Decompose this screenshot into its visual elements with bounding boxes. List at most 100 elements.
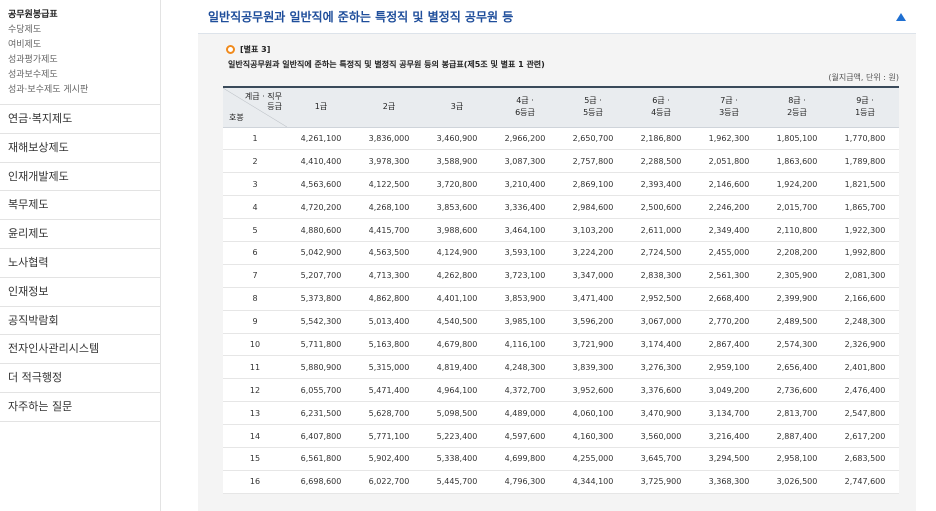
pay-cell: 3,853,900 — [491, 287, 559, 311]
pay-cell: 4,122,500 — [355, 172, 423, 197]
sidebar-item-ethics[interactable]: 윤리제도 — [0, 220, 160, 249]
grade-header-line: 2급 — [382, 102, 396, 112]
pay-cell: 5,373,800 — [287, 287, 355, 311]
pay-cell: 3,134,700 — [695, 401, 763, 426]
corner-top-line1: 계급 · 직무 — [244, 92, 282, 101]
grade-header-cell: 5급 · 5등급 — [559, 86, 627, 128]
pay-cell: 4,713,300 — [355, 264, 423, 288]
sidebar-subitem-performance-pay[interactable]: 성과보수제도 — [8, 68, 160, 83]
pay-cell: 2,611,000 — [627, 218, 695, 242]
table-row: 1 4,261,100 3,836,000 3,460,900 2,966,200 2,6… — [223, 127, 899, 151]
pay-cell: 4,116,100 — [491, 333, 559, 357]
sidebar-item-talent-info[interactable]: 인재정보 — [0, 278, 160, 307]
pay-cell: 1,805,100 — [763, 127, 831, 151]
table-row: 15 6,561,800 5,902,400 5,338,400 4,699,800 4,… — [223, 447, 899, 471]
pay-cell: 2,724,500 — [627, 241, 695, 265]
grade-header-line: 1급 — [314, 102, 328, 112]
corner-top-line2: 등급 — [267, 102, 282, 111]
grade-header-line: 4등급 — [651, 108, 671, 118]
grade-header-line: 7급 · — [720, 96, 738, 106]
step-cell: 14 — [223, 424, 287, 448]
sidebar-subitem-performance-eval[interactable]: 성과평가제도 — [8, 53, 160, 68]
sidebar-subitem-travel[interactable]: 여비제도 — [8, 38, 160, 53]
sidebar-item-disaster-comp[interactable]: 재해보상제도 — [0, 134, 160, 163]
step-cell: 10 — [223, 333, 287, 357]
table-label: [별표 3] — [240, 45, 271, 54]
sidebar-item-faq[interactable]: 자주하는 질문 — [0, 393, 160, 422]
table-row: 16 6,698,600 6,022,700 5,445,700 4,796,300 4,… — [223, 470, 899, 494]
table-row: 6 5,042,900 4,563,500 4,124,900 3,593,100 3,2… — [223, 241, 899, 265]
step-cell: 6 — [223, 241, 287, 265]
pay-cell: 3,978,300 — [355, 149, 423, 174]
pay-cell: 2,288,500 — [627, 149, 695, 174]
pay-cell: 2,326,900 — [831, 333, 899, 357]
pay-cell: 3,723,100 — [491, 264, 559, 288]
step-cell: 2 — [223, 149, 287, 174]
step-cell: 3 — [223, 172, 287, 197]
step-cell: 9 — [223, 310, 287, 334]
sidebar-subitem-pay-table[interactable]: 공무원봉급표 — [8, 8, 160, 23]
pay-cell: 3,294,500 — [695, 447, 763, 471]
pay-cell: 2,208,200 — [763, 241, 831, 265]
pay-cell: 3,216,400 — [695, 424, 763, 448]
pay-cell: 3,368,300 — [695, 470, 763, 494]
pay-cell: 6,055,700 — [287, 378, 355, 403]
step-cell: 12 — [223, 378, 287, 403]
pay-cell: 1,962,300 — [695, 127, 763, 151]
pay-cell: 1,863,600 — [763, 149, 831, 174]
pay-cell: 6,231,500 — [287, 401, 355, 426]
sidebar-subitem-allowance[interactable]: 수당제도 — [8, 23, 160, 38]
sidebar-item-labor[interactable]: 노사협력 — [0, 249, 160, 278]
pay-cell: 4,344,100 — [559, 470, 627, 494]
pay-cell: 3,471,400 — [559, 287, 627, 311]
pay-cell: 2,650,700 — [559, 127, 627, 151]
pay-cell: 3,839,300 — [559, 355, 627, 380]
grade-header-line: 3급 — [450, 102, 464, 112]
pay-cell: 2,246,200 — [695, 195, 763, 220]
sidebar-item-e-hr[interactable]: 전자인사관리시스템 — [0, 335, 160, 365]
pay-cell: 1,922,300 — [831, 218, 899, 242]
pay-cell: 3,952,600 — [559, 378, 627, 403]
grade-header-cell: 3급 — [423, 86, 491, 128]
sidebar-item-proactive[interactable]: 더 적극행정 — [0, 364, 160, 393]
pay-cell: 2,813,700 — [763, 401, 831, 426]
pay-cell: 3,276,300 — [627, 355, 695, 380]
pay-cell: 2,656,400 — [763, 355, 831, 380]
section-header[interactable]: 일반직공무원과 일반직에 준하는 특정직 및 별정직 공무원 등 — [198, 0, 916, 34]
pay-cell: 3,067,000 — [627, 310, 695, 334]
step-cell: 16 — [223, 470, 287, 494]
pay-cell: 3,103,200 — [559, 218, 627, 242]
pay-cell: 2,455,000 — [695, 241, 763, 265]
sidebar-item-talent-dev[interactable]: 인재개발제도 — [0, 163, 160, 192]
pay-cell: 2,399,900 — [763, 287, 831, 311]
grade-header-line: 8급 · — [788, 96, 806, 106]
collapse-toggle-button[interactable] — [894, 10, 908, 24]
pay-cell: 5,542,300 — [287, 310, 355, 334]
pay-cell: 6,561,800 — [287, 447, 355, 471]
pay-cell: 4,262,800 — [423, 264, 491, 288]
table-row: 14 6,407,800 5,771,100 5,223,400 4,597,600 4,… — [223, 424, 899, 448]
pay-cell: 5,902,400 — [355, 447, 423, 471]
pay-cell: 1,865,700 — [831, 195, 899, 220]
table-row: 12 6,055,700 5,471,400 4,964,100 4,372,700 3,… — [223, 378, 899, 403]
pay-cell: 2,683,500 — [831, 447, 899, 471]
sidebar-item-job-fair[interactable]: 공직박람회 — [0, 307, 160, 336]
pay-cell: 3,985,100 — [491, 310, 559, 334]
table-body: 1 4,261,100 3,836,000 3,460,900 2,966,200 2,6… — [223, 127, 899, 494]
pay-cell: 2,770,200 — [695, 310, 763, 334]
pay-cell: 3,049,200 — [695, 378, 763, 403]
sidebar-subitem-board[interactable]: 성과·보수제도 게시판 — [8, 83, 160, 98]
pay-cell: 2,547,800 — [831, 401, 899, 426]
pay-cell: 3,460,900 — [423, 127, 491, 151]
pay-cell: 2,349,400 — [695, 218, 763, 242]
sidebar: 공무원봉급표 수당제도 여비제도 성과평가제도 성과보수제도 성과·보수제도 게… — [0, 0, 161, 511]
pay-cell: 2,736,600 — [763, 378, 831, 403]
sidebar-item-service[interactable]: 복무제도 — [0, 191, 160, 221]
sidebar-item-pension[interactable]: 연금·복지제도 — [0, 105, 160, 134]
pay-cell: 4,679,800 — [423, 333, 491, 357]
table-row: 3 4,563,600 4,122,500 3,720,800 3,210,400 2,8… — [223, 172, 899, 197]
pay-cell: 3,210,400 — [491, 172, 559, 197]
pay-cell: 5,471,400 — [355, 378, 423, 403]
pay-cell: 3,174,400 — [627, 333, 695, 357]
pay-cell: 4,261,100 — [287, 127, 355, 151]
